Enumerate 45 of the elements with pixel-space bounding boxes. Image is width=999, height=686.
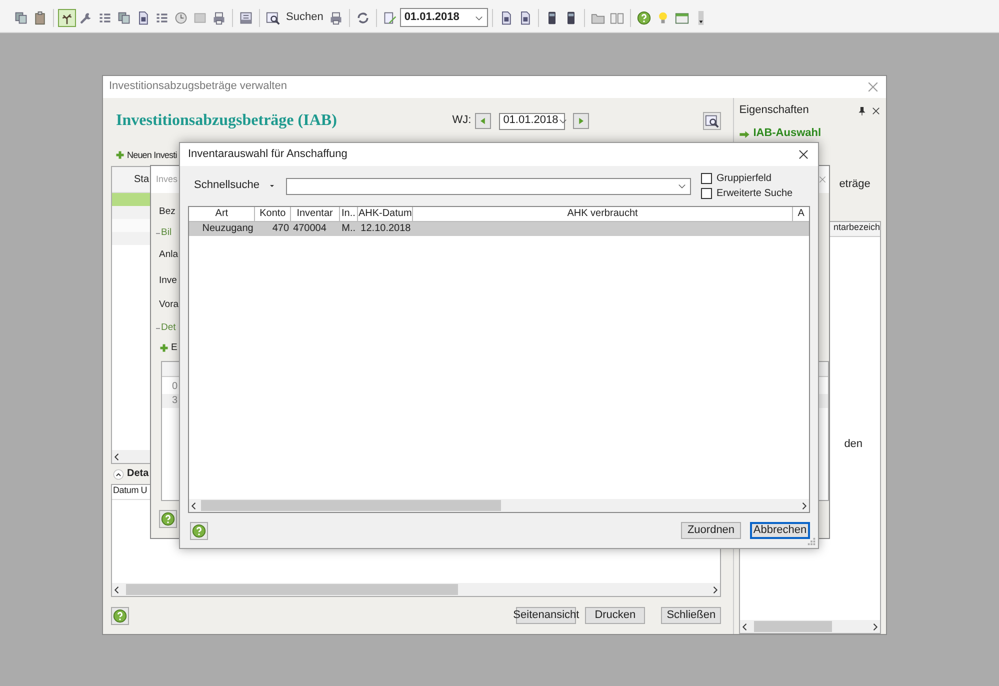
table-text: den [844,438,863,450]
fiscal-year-combobox[interactable]: 01.01.2018 [499,112,566,130]
table-cell-text: Neuzugang [201,222,254,236]
field-label: Inve [159,275,177,287]
panel-title: Eigenschaften [739,104,809,118]
table-cell-text: 470 [271,222,290,236]
dialog-button[interactable]: Schließen [661,607,722,624]
column-header[interactable]: Sta [134,174,150,186]
column-header[interactable]: Datum U [113,485,148,499]
window-title: Inventarauswahl für Anschaffung [188,148,348,162]
table-cell-text: 470004 [292,222,328,236]
column-header[interactable]: Art [189,207,256,221]
window-title: Investitionsabzugsbeträge verwalten [109,80,287,94]
checkbox-label[interactable]: Erweiterte Suche [716,188,793,200]
column-header[interactable]: AHK verbraucht [412,207,794,221]
table-cell: 3 [172,395,178,407]
add-button[interactable]: E [171,342,178,354]
dialog-button[interactable]: Abbrechen [750,522,810,539]
field-label: Bez [159,206,176,218]
table-cell-text: M.. [340,222,356,236]
search-button[interactable]: Suchen [283,10,326,24]
column-header[interactable]: Inventar [291,207,340,221]
dialog-button[interactable]: Drucken [585,607,646,624]
search-label: Schnellsuche [194,179,260,193]
date-combobox[interactable]: 01.01.2018 [400,8,488,27]
window-title: Inves [156,174,178,185]
column-header[interactable]: Konto [255,207,292,221]
panel-link[interactable]: IAB-Auswahl [753,127,822,141]
column-header[interactable]: In.. [340,207,358,221]
checkbox-label[interactable]: Gruppierfeld [716,172,772,184]
group-label: Det [161,322,176,334]
column-header[interactable]: A [793,207,809,221]
section-title: Deta [127,468,149,480]
column-header[interactable]: AHK-Datum [358,207,413,221]
group-label: Bil [161,227,172,239]
table-cell: 0 [172,381,178,393]
panel-text: eträge [839,178,870,192]
page-heading: Investitionsabzugsbeträge (IAB) [116,111,337,131]
fiscal-year-label: WJ: [452,114,472,128]
dialog-button[interactable]: Zuordnen [681,522,741,539]
table-cell-text: 12.10.2018 [360,222,412,236]
table-row[interactable]: Neuzugang 470 470004 M.. 12.10.2018 [189,222,809,236]
field-label: Vora [159,299,179,311]
new-button[interactable]: Neuen Investi [127,150,177,160]
field-label: Anla [159,249,178,261]
